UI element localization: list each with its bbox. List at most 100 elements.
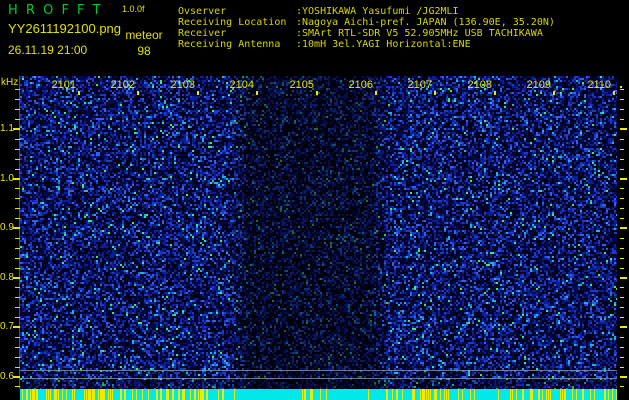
station-info-row: Receiver :SMArt RTL-SDR V5 52.905MHz USB … [178,28,555,39]
station-info-row: Ovserver:YOSHIKAWA Yasufumi /JG2MLI [178,6,555,17]
x-axis-tick [375,91,377,95]
y-axis-major-tick [13,177,20,180]
y-axis-minor-tick-right [620,208,624,210]
x-axis-label: 2109 [526,79,551,91]
y-axis-minor-tick [15,237,20,239]
x-axis-tick [316,91,318,95]
y-axis-minor-tick [15,198,20,200]
y-axis-minor-tick-right [620,198,624,200]
y-axis-minor-tick-right [620,119,624,121]
y-axis-minor-tick-right [620,237,624,239]
x-axis-label: 2103 [170,79,195,91]
noise-reference-line [20,370,617,371]
y-axis-label: 1.1 [0,123,14,134]
y-axis-minor-tick-right [620,158,624,160]
station-info-label: Ovserver [178,6,227,17]
y-axis-major-tick-right [620,326,627,328]
y-axis-minor-tick-right [620,89,624,91]
y-axis-minor-tick-right [620,188,624,190]
hrofft-window: H R O F F T 1.0.0f YY2611192100.png mete… [0,0,629,400]
y-axis-minor-tick [15,287,20,289]
y-axis-minor-tick-right [620,346,624,348]
y-axis-minor-tick [15,119,20,121]
y-axis-minor-tick [15,386,20,388]
y-axis-minor-tick-right [620,307,624,309]
x-axis-tick [197,91,199,95]
y-axis-minor-tick [15,346,20,348]
y-axis-minor-tick [15,168,20,170]
y-axis-label: 0.6 [0,370,14,382]
y-axis-minor-tick [15,99,20,101]
y-axis-major-tick [13,276,20,279]
y-axis-minor-tick-right [620,267,624,269]
y-axis-minor-tick-right [620,138,624,140]
y-axis-minor-tick [15,138,20,140]
x-axis-tick [553,91,555,95]
x-axis-label: 2110 [587,79,611,91]
y-axis-minor-tick [15,89,20,91]
y-axis-minor-tick [15,158,20,160]
station-info-value: :SMArt RTL-SDR V5 52.905MHz USB TACHIKAW… [296,28,543,39]
x-axis-tick [434,91,436,95]
station-info-block: Ovserver:YOSHIKAWA Yasufumi /JG2MLI Recei… [178,6,555,50]
x-axis-tick [494,91,496,95]
y-axis-label: 0.8 [0,271,14,283]
x-axis-label: 2102 [110,79,135,91]
station-info-label: Receiving Location [178,17,287,28]
y-axis-minor-tick-right [620,297,624,299]
app-version: 1.0.0f [122,4,145,14]
y-axis-minor-tick-right [620,356,624,358]
y-axis-minor-tick [15,366,20,368]
station-info-value: :Nagoya Aichi-pref. JAPAN (136.90E, 35.2… [296,17,555,28]
y-axis-minor-tick-right [620,386,624,388]
y-axis-minor-tick-right [620,336,624,338]
echo-strip-canvas [20,389,617,400]
y-axis-minor-tick-right [620,148,624,150]
y-axis-minor-tick-right [620,366,624,368]
y-axis-minor-tick [15,356,20,358]
y-axis-minor-tick [15,336,20,338]
y-axis-minor-tick [15,247,20,249]
x-axis-end-dot [620,86,622,88]
y-axis-minor-tick [15,208,20,210]
mode-label: meteor [125,28,163,42]
spectrogram-canvas [20,76,617,389]
x-axis-tick [78,91,80,95]
y-axis-major-tick-right [620,276,627,279]
x-axis-tick [613,91,615,95]
y-axis-minor-tick-right [620,317,624,319]
x-axis-label: 2107 [407,79,432,91]
y-axis-major-tick [13,128,20,130]
y-axis-minor-tick [15,188,20,190]
y-axis-minor-tick [15,267,20,269]
y-axis-minor-tick [15,317,20,319]
station-info-value: :10mH 3el.YAGI Horizontal:ENE [296,39,471,50]
y-axis-minor-tick [15,297,20,299]
x-axis-label: 2108 [467,79,492,91]
y-axis-unit-label: kHz [1,77,19,88]
y-axis-minor-tick-right [620,247,624,249]
y-axis-minor-tick [15,109,20,111]
station-info-label: Receiver [178,28,227,39]
y-axis-major-tick [13,326,20,328]
x-axis-label: 2104 [229,79,254,91]
y-axis-label: 0.9 [0,222,14,233]
y-axis-minor-tick [15,257,20,259]
app-title: H R O F F T [8,3,103,18]
y-axis-minor-tick [15,218,20,220]
station-info-row: Receiving Location :Nagoya Aichi-pref. JA… [178,17,555,28]
y-axis-major-tick-right [620,375,627,378]
noise-reference-line [20,378,617,379]
y-axis-minor-tick [15,148,20,150]
y-axis-major-tick-right [620,128,627,130]
station-info-row: Receiving Antenna:10mH 3el.YAGI Horizont… [178,39,555,50]
y-axis-minor-tick-right [620,257,624,259]
y-axis-minor-tick-right [620,99,624,101]
y-axis-minor-tick [15,307,20,309]
y-axis-minor-tick-right [620,218,624,220]
y-axis-major-tick-right [620,227,627,229]
x-axis-tick [137,91,139,95]
plot-left-border [19,76,20,389]
y-axis-major-tick [13,227,20,229]
y-axis-label: 1.0 [0,172,14,184]
